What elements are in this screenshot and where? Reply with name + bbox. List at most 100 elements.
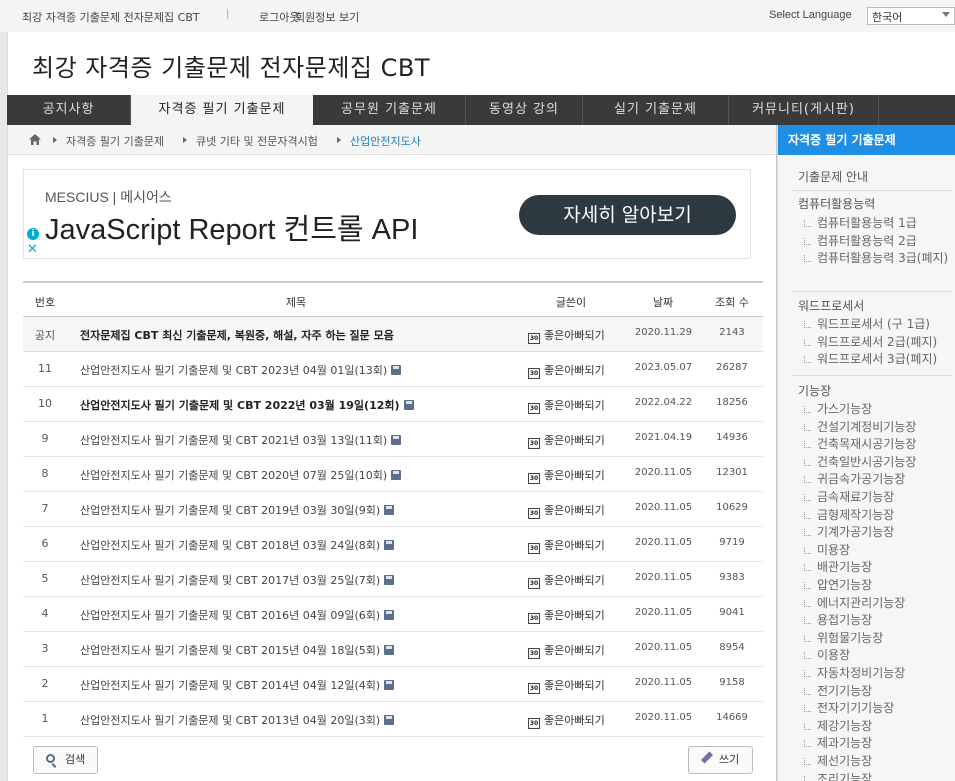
post-title-link[interactable]: 산업안전지도사 필기 기출문제 및 CBT 2014년 04월 12일(4회) <box>80 677 395 693</box>
post-title-text: 산업안전지도사 필기 기출문제 및 CBT 2022년 03월 19일(12회) <box>80 399 400 412</box>
sidebar-item[interactable]: 제과기능장 <box>804 735 952 752</box>
post-title-link[interactable]: 산업안전지도사 필기 기출문제 및 CBT 2017년 03월 25일(7회) <box>80 572 395 588</box>
sidebar-item[interactable]: 배관기능장 <box>804 559 952 576</box>
attachment-icon <box>403 400 414 410</box>
attachment-icon <box>384 540 395 550</box>
post-author[interactable]: 30 좋은아빠되기 <box>528 712 605 729</box>
language-select[interactable]: 한국어 <box>867 7 955 25</box>
sidebar-item[interactable]: 건축일반시공기능장 <box>804 454 952 471</box>
sidebar-item[interactable]: 자동차정비기능장 <box>804 665 952 682</box>
top-site-name[interactable]: 최강 자격증 기출문제 전자문제집 CBT <box>22 9 200 25</box>
ad-cta-button[interactable]: 자세히 알아보기 <box>519 195 736 235</box>
breadcrumb-item-current[interactable]: 산업안전지도사 <box>350 133 421 149</box>
sidebar-item[interactable]: 건설기계정비기능장 <box>804 419 952 436</box>
post-author[interactable]: 30 좋은아빠되기 <box>528 397 605 414</box>
post-title-text: 산업안전지도사 필기 기출문제 및 CBT 2014년 04월 12일(4회) <box>80 679 381 692</box>
logout-link[interactable]: 로그아웃 <box>259 9 299 25</box>
sidebar-item[interactable]: 기계가공기능장 <box>804 524 952 541</box>
write-button[interactable]: 쓰기 <box>688 746 753 774</box>
sidebar-category-computer[interactable]: 컴퓨터활용능력 <box>798 195 875 212</box>
post-title-link[interactable]: 산업안전지도사 필기 기출문제 및 CBT 2022년 03월 19일(12회) <box>80 397 414 413</box>
sidebar-item[interactable]: 제강기능장 <box>804 718 952 735</box>
sidebar-guide[interactable]: 기출문제 안내 <box>798 168 868 185</box>
sidebar-item[interactable]: 금형제작기능장 <box>804 507 952 524</box>
post-author[interactable]: 30 좋은아빠되기 <box>528 502 605 519</box>
post-author[interactable]: 30 좋은아빠되기 <box>528 572 605 589</box>
post-title-link[interactable]: 산업안전지도사 필기 기출문제 및 CBT 2019년 03월 30일(9회) <box>80 502 395 518</box>
site-title[interactable]: 최강 자격증 기출문제 전자문제집 CBT <box>32 48 430 83</box>
post-author[interactable]: 30 좋은아빠되기 <box>528 677 605 694</box>
table-row[interactable]: 9 산업안전지도사 필기 기출문제 및 CBT 2021년 03월 13일(11회… <box>23 422 763 457</box>
sidebar-item[interactable]: 컴퓨터활용능력 3급(폐지) <box>804 250 952 267</box>
sidebar-item[interactable]: 워드프로세서 2급(폐지) <box>804 334 952 351</box>
sidebar-category-craft[interactable]: 기능장 <box>798 382 831 399</box>
table-row[interactable]: 11 산업안전지도사 필기 기출문제 및 CBT 2023년 04월 01일(13… <box>23 352 763 387</box>
post-author[interactable]: 30 좋은아빠되기 <box>528 607 605 624</box>
table-row[interactable]: 2 산업안전지도사 필기 기출문제 및 CBT 2014년 04월 12일(4회)… <box>23 667 763 702</box>
table-row[interactable]: 6 산업안전지도사 필기 기출문제 및 CBT 2018년 03월 24일(8회)… <box>23 527 763 562</box>
nav-item-community[interactable]: 커뮤니티(게시판) <box>729 95 879 125</box>
table-row[interactable]: 7 산업안전지도사 필기 기출문제 및 CBT 2019년 03월 30일(9회)… <box>23 492 763 527</box>
nav-item-notice[interactable]: 공지사항 <box>7 95 131 125</box>
table-row[interactable]: 1 산업안전지도사 필기 기출문제 및 CBT 2013년 04월 20일(3회)… <box>23 702 763 737</box>
sidebar-item-label: 위험물기능장 <box>817 630 884 645</box>
post-title-link[interactable]: 산업안전지도사 필기 기출문제 및 CBT 2018년 03월 24일(8회) <box>80 537 395 553</box>
sidebar-item[interactable]: 컴퓨터활용능력 2급 <box>804 233 952 250</box>
sidebar-item[interactable]: 워드프로세서 (구 1급) <box>804 316 952 333</box>
member-info-link[interactable]: 회원정보 보기 <box>295 9 359 25</box>
post-title-link[interactable]: 산업안전지도사 필기 기출문제 및 CBT 2016년 04월 09일(6회) <box>80 607 395 623</box>
post-title-link[interactable]: 산업안전지도사 필기 기출문제 및 CBT 2015년 04월 18일(5회) <box>80 642 395 658</box>
nav-item-practical[interactable]: 실기 기출문제 <box>583 95 729 125</box>
post-author[interactable]: 30 좋은아빠되기 <box>528 327 605 344</box>
table-row[interactable]: 4 산업안전지도사 필기 기출문제 및 CBT 2016년 04월 09일(6회)… <box>23 597 763 632</box>
sidebar-item[interactable]: 건축목재시공기능장 <box>804 436 952 453</box>
sidebar-item[interactable]: 조리기능장 <box>804 771 952 781</box>
post-title-link[interactable]: 산업안전지도사 필기 기출문제 및 CBT 2023년 04월 01일(13회) <box>80 362 402 378</box>
sidebar-item[interactable]: 압연기능장 <box>804 577 952 594</box>
post-author[interactable]: 30 좋은아빠되기 <box>528 362 605 379</box>
ad-info-icon[interactable]: i <box>27 228 39 240</box>
post-author[interactable]: 30 좋은아빠되기 <box>528 642 605 659</box>
post-title-link[interactable]: 산업안전지도사 필기 기출문제 및 CBT 2021년 03월 13일(11회) <box>80 432 402 448</box>
sidebar-category-word[interactable]: 워드프로세서 <box>798 297 864 314</box>
breadcrumb-item-qnet-etc[interactable]: 큐넷 기타 및 전문자격시험 <box>196 133 318 149</box>
nav-item-civil-service[interactable]: 공무원 기출문제 <box>313 95 466 125</box>
post-author-name: 좋은아빠되기 <box>544 364 605 377</box>
notice-row[interactable]: 공지 전자문제집 CBT 최신 기출문제, 복원중, 해설, 자주 하는 질문 모… <box>23 317 763 352</box>
sidebar-item[interactable]: 에너지관리기능장 <box>804 595 952 612</box>
sidebar-item[interactable]: 금속재료기능장 <box>804 489 952 506</box>
post-author[interactable]: 30 좋은아빠되기 <box>528 432 605 449</box>
table-row[interactable]: 3 산업안전지도사 필기 기출문제 및 CBT 2015년 04월 18일(5회)… <box>23 632 763 667</box>
sidebar-divider <box>791 190 953 191</box>
sidebar-item[interactable]: 컴퓨터활용능력 1급 <box>804 215 952 232</box>
sidebar-item[interactable]: 귀금속가공기능장 <box>804 471 952 488</box>
table-row[interactable]: 5 산업안전지도사 필기 기출문제 및 CBT 2017년 03월 25일(7회)… <box>23 562 763 597</box>
sidebar-item[interactable]: 워드프로세서 3급(폐지) <box>804 351 952 368</box>
breadcrumb-item-written-exam[interactable]: 자격증 필기 기출문제 <box>66 133 164 149</box>
sidebar-item[interactable]: 위험물기능장 <box>804 630 952 647</box>
sidebar-header[interactable]: 자격증 필기 기출문제 <box>778 125 955 155</box>
sidebar-item-label: 건축목재시공기능장 <box>817 437 917 452</box>
home-icon[interactable] <box>28 133 42 146</box>
ad-close-icon[interactable]: ✕ <box>27 242 38 257</box>
post-author[interactable]: 30 좋은아빠되기 <box>528 467 605 484</box>
level-badge-icon: 30 <box>528 613 540 624</box>
sidebar-item[interactable]: 전기기능장 <box>804 683 952 700</box>
sidebar-item[interactable]: 용접기능장 <box>804 612 952 629</box>
post-title-link[interactable]: 산업안전지도사 필기 기출문제 및 CBT 2013년 04월 20일(3회) <box>80 712 395 728</box>
post-author[interactable]: 30 좋은아빠되기 <box>528 537 605 554</box>
sidebar-item[interactable]: 제선기능장 <box>804 753 952 770</box>
nav-item-written-exam[interactable]: 자격증 필기 기출문제 <box>131 95 313 125</box>
post-title-link[interactable]: 전자문제집 CBT 최신 기출문제, 복원중, 해설, 자주 하는 질문 모음 <box>80 327 394 343</box>
post-views: 9383 <box>719 572 745 583</box>
nav-item-video[interactable]: 동영상 강의 <box>466 95 583 125</box>
sidebar-item[interactable]: 미용장 <box>804 542 952 559</box>
post-title-link[interactable]: 산업안전지도사 필기 기출문제 및 CBT 2020년 07월 25일(10회) <box>80 467 402 483</box>
table-row[interactable]: 8 산업안전지도사 필기 기출문제 및 CBT 2020년 07월 25일(10회… <box>23 457 763 492</box>
sidebar-item[interactable]: 이용장 <box>804 647 952 664</box>
table-row[interactable]: 10 산업안전지도사 필기 기출문제 및 CBT 2022년 03월 19일(12… <box>23 387 763 422</box>
sidebar-item[interactable]: 전자기기기능장 <box>804 700 952 717</box>
advertisement-banner[interactable]: MESCIUS | 메시어스 JavaScript Report 컨트롤 API… <box>23 169 751 259</box>
sidebar-item[interactable]: 가스기능장 <box>804 401 952 418</box>
search-button[interactable]: 검색 <box>33 746 98 774</box>
